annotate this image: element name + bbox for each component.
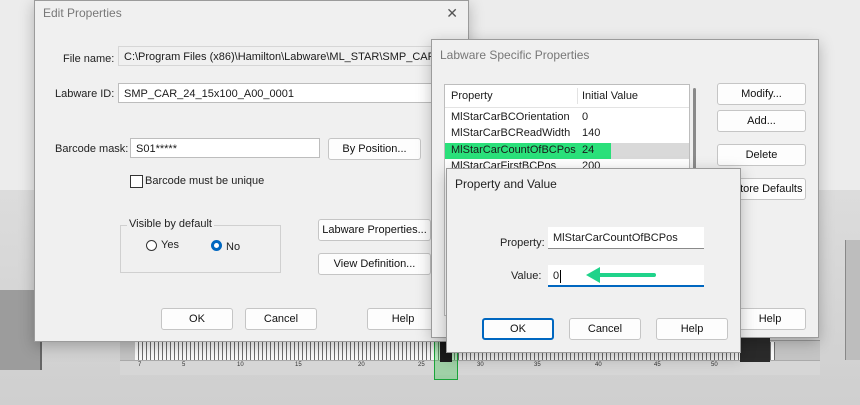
barcode-unique-label: Barcode must be unique [145,175,265,187]
visible-no-radio[interactable] [211,240,222,251]
ruler-tick: 5 [182,362,186,368]
ruler-tick: 7 [138,362,142,368]
labware-id-label: Labware ID: [55,88,115,100]
ruler-tick: 15 [295,362,302,368]
track-ruler: 7 5 10 15 20 25 30 35 40 45 50 [120,360,820,375]
property-value-title: Property and Value [447,169,740,199]
visible-yes-radio[interactable] [146,240,157,251]
cancel-button[interactable]: Cancel [245,308,317,330]
row-property: MlStarCarBCOrientation [451,111,570,123]
file-name-field: C:\Program Files (x86)\Hamilton\Labware\… [118,46,458,66]
labware-properties-button[interactable]: Labware Properties... [318,219,431,241]
by-position-button[interactable]: By Position... [328,138,421,160]
add-button[interactable]: Add... [717,110,806,132]
ruler-tick: 35 [534,362,541,368]
visible-no-label: No [226,241,241,253]
col-initial-value-header[interactable]: Initial Value [582,90,638,102]
table-row[interactable]: MlStarCarBCOrientation 0 [445,110,689,126]
modify-button[interactable]: Modify... [717,83,806,105]
table-row-selected[interactable]: MlStarCarCountOfBCPos 24 [445,143,689,159]
file-name-label: File name: [63,53,115,65]
property-label: Property: [500,237,545,249]
deck-right-post [845,240,860,360]
visible-by-default-group [120,225,281,273]
value-label: Value: [511,270,542,282]
text-caret [560,269,562,283]
ruler-tick: 10 [237,362,244,368]
table-row[interactable]: MlStarCarBCReadWidth 140 [445,126,689,142]
pv-ok-button[interactable]: OK [482,318,554,340]
labware-id-field[interactable]: SMP_CAR_24_15x100_A00_0001 [118,83,458,103]
row-property: MlStarCarCountOfBCPos [451,144,576,156]
ruler-tick: 45 [654,362,661,368]
ruler-tick: 50 [711,362,718,368]
property-field[interactable]: MlStarCarCountOfBCPos [548,227,704,249]
edit-properties-title: Edit Properties [35,1,468,25]
ruler-tick: 40 [595,362,602,368]
labware-specific-title: Labware Specific Properties [432,40,818,70]
property-and-value-dialog: Property and Value Property: MlStarCarCo… [446,168,741,353]
barcode-mask-label: Barcode mask: [55,143,129,155]
pv-help-button[interactable]: Help [656,318,728,340]
edit-properties-dialog: Edit Properties ✕ File name: C:\Program … [34,0,469,342]
row-value: 140 [582,127,601,139]
lsp-help-button[interactable]: Help [734,308,806,330]
barcode-unique-checkbox[interactable] [130,175,143,188]
col-property-header[interactable]: Property [451,90,493,102]
row-value: 24 [582,144,595,156]
annotation-arrow-icon [586,267,656,283]
property-list-header: Property Initial Value [445,85,689,108]
row-value: 0 [582,111,589,123]
ok-button[interactable]: OK [161,308,233,330]
close-icon[interactable]: ✕ [446,5,458,22]
ruler-tick: 25 [418,362,425,368]
pv-cancel-button[interactable]: Cancel [569,318,641,340]
visible-yes-label: Yes [161,239,179,251]
ruler-tick: 30 [477,362,484,368]
ruler-tick: 20 [358,362,365,368]
delete-button[interactable]: Delete [717,144,806,166]
view-definition-button[interactable]: View Definition... [318,253,431,275]
help-button[interactable]: Help [367,308,439,330]
barcode-mask-field[interactable]: S01***** [130,138,320,158]
value-text: 0 [553,270,560,282]
row-property: MlStarCarBCReadWidth [451,127,571,139]
visible-group-label: Visible by default [127,218,214,230]
